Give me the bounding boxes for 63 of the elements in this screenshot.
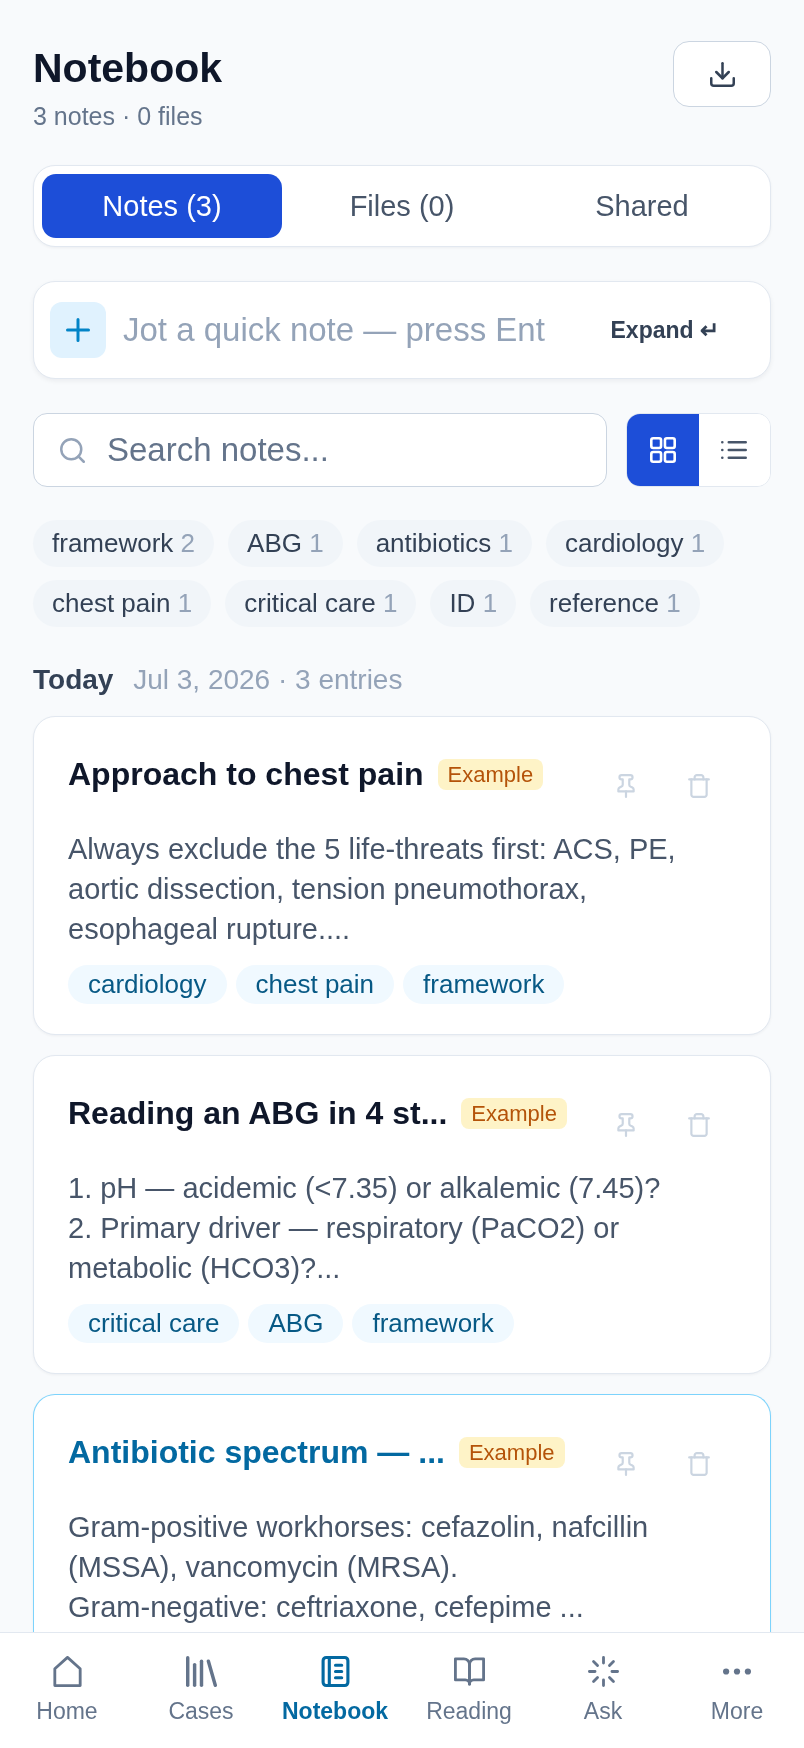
trash-icon (688, 774, 710, 798)
pin-icon (617, 1113, 635, 1137)
note-badge: Example (461, 1097, 567, 1129)
section-meta: Jul 3, 2026 · 3 entries (133, 664, 403, 695)
note-tag[interactable]: framework (403, 965, 565, 1004)
note-title: Antibiotic spectrum — ... (68, 1433, 445, 1472)
search-field[interactable]: Search notes... (33, 413, 607, 487)
download-button[interactable] (673, 41, 771, 107)
nav-item[interactable]: Reading (402, 1633, 536, 1748)
more-icon (723, 1668, 751, 1675)
nav-item[interactable]: Ask (536, 1633, 670, 1748)
pin-icon (617, 774, 635, 798)
tag-filter-chip[interactable]: reference 1 (530, 580, 700, 627)
tag-filter-chip[interactable]: cardiology 1 (545, 520, 725, 567)
tab[interactable]: Notes (3) (42, 174, 282, 238)
books-icon (185, 1656, 217, 1687)
note-badge: Example (437, 758, 544, 790)
note-preview: 1. pH — acidemic (<7.35) or alkalemic (7.45)? 2. Primary driver — respiratory (PaCO2) or metabolic (HCO3)?... (68, 1171, 662, 1286)
note-card[interactable]: Reading an ABG in 4 st... Example 1. pH — acidemic (<7.35) or alkalemic (7.45)? 2. Primary driver — respiratory (PaCO2) or metabolic (HCO3)?... critical care ABG framework (33, 1055, 771, 1374)
note-title: Approach to chest pain (68, 755, 424, 794)
note-card[interactable]: Approach to chest pain Example Always exclude the 5 life-threats first: ACS, PE, aortic dissection, tension pneumothorax, esophageal rupture.... cardiology chest pain framework (33, 716, 771, 1035)
quick-note-field[interactable]: Jot a quick note — press Ent Expand ↵ (33, 281, 771, 379)
note-title: Reading an ABG in 4 st... (68, 1094, 448, 1133)
note-badge: Example (458, 1436, 565, 1468)
burst-icon (587, 1656, 619, 1687)
notebook-icon (319, 1656, 351, 1687)
grid-icon (649, 437, 676, 463)
tag-filter-chip[interactable]: chest pain 1 (33, 580, 212, 627)
expand-button[interactable]: Expand ↵ (610, 316, 719, 344)
nav-item[interactable]: More (670, 1633, 804, 1748)
tag-filter-chip[interactable]: ID 1 (430, 580, 517, 627)
add-note-button[interactable] (50, 302, 106, 358)
page-title: Notebook (33, 44, 223, 92)
home-icon (51, 1656, 83, 1687)
nav-item[interactable]: Notebook (268, 1633, 402, 1748)
tab[interactable]: Shared (522, 174, 762, 238)
note-tag[interactable]: framework (352, 1304, 514, 1343)
tag-filter-chip[interactable]: framework 2 (33, 520, 215, 567)
note-tag[interactable]: critical care (68, 1304, 240, 1343)
note-tag[interactable]: ABG (248, 1304, 344, 1343)
note-tag[interactable]: cardiology (68, 965, 227, 1004)
note-card[interactable]: Antibiotic spectrum — ... Example Gram-positive workhorses: cefazolin, nafcillin (MSSA), vancomycin (MRSA). Gram-negative: ceftriaxone, cefepime ... (33, 1394, 771, 1632)
nav-item[interactable]: Cases (134, 1633, 268, 1748)
tab[interactable]: Files (0) (282, 174, 522, 238)
quick-note-input[interactable]: Jot a quick note — press Ent (123, 308, 597, 352)
download-icon (709, 61, 735, 87)
trash-icon (688, 1113, 710, 1137)
tag-filter-chip[interactable]: ABG 1 (228, 520, 343, 567)
search-input[interactable]: Search notes... (107, 428, 606, 472)
note-preview: Always exclude the 5 life-threats first: ACS, PE, aortic dissection, tension pneumothorax, esophageal rupture.... (68, 832, 677, 947)
pin-icon (617, 1452, 635, 1476)
note-tag[interactable]: chest pain (235, 965, 395, 1004)
note-preview: Gram-positive workhorses: cefazolin, nafcillin (MSSA), vancomycin (MRSA). Gram-negative: ceftriaxone, cefepime ... (68, 1510, 650, 1625)
tag-filter-chip[interactable]: antibiotics 1 (356, 520, 532, 567)
page-subtitle: 3 notes · 0 files (33, 101, 204, 131)
trash-icon (688, 1452, 710, 1476)
book-open-icon (453, 1656, 485, 1687)
plus-icon (66, 318, 90, 342)
grid-view-button[interactable] (627, 414, 699, 486)
search-icon (60, 437, 85, 463)
tag-filter-chip[interactable]: critical care 1 (225, 580, 417, 627)
nav-item[interactable]: Home (0, 1633, 134, 1748)
section-label: Today (33, 664, 114, 695)
